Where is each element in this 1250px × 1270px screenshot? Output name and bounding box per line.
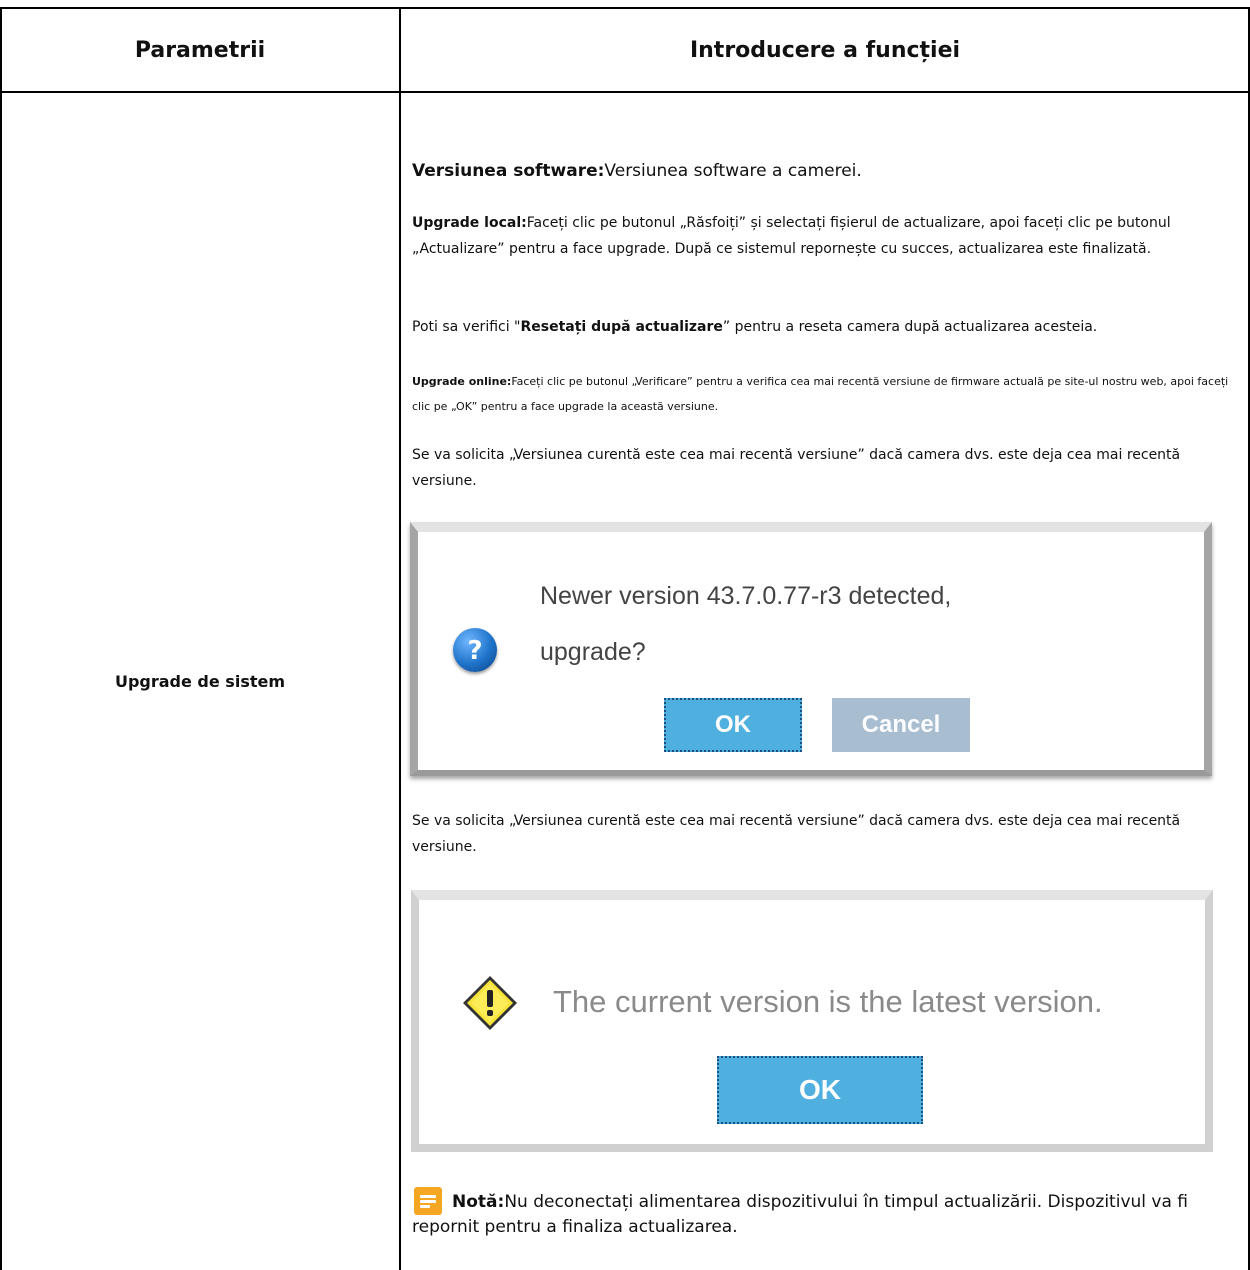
question-icon: ? — [453, 628, 497, 672]
reset-post-text: ” pentru a reseta camera după actualizar… — [722, 319, 1098, 335]
online-upgrade-paragraph: Upgrade online:Faceți clic pe butonul „V… — [412, 369, 1237, 419]
upgrade-cancel-button[interactable]: Cancel — [832, 698, 970, 752]
upgrade-dialog: ? Newer version 43.7.0.77-r3 detected, u… — [410, 522, 1212, 776]
parameter-name: Upgrade de sistem — [114, 671, 286, 691]
latest-version-paragraph-1: Se va solicita „Versiunea curentă este c… — [412, 447, 1181, 489]
latest-version-paragraph-2: Se va solicita „Versiunea curentă este c… — [412, 813, 1181, 855]
latest-version-message: The current version is the latest versio… — [553, 984, 1103, 1019]
latest-version-dialog: The current version is the latest versio… — [411, 890, 1213, 1152]
warning-icon — [461, 974, 519, 1032]
latest-ok-button[interactable]: OK — [717, 1056, 923, 1124]
software-version-text: Versiunea software a camerei. — [604, 161, 862, 181]
online-upgrade-text: Faceți clic pe butonul „Verificare” pent… — [412, 375, 1229, 413]
header-parameters: Parametrii — [134, 37, 266, 63]
reset-after-upgrade-label: Resetați după actualizare — [520, 319, 723, 335]
software-version-label: Versiunea software: — [412, 161, 605, 181]
note-text: Nu deconectați alimentarea dispozitivulu… — [412, 1192, 1188, 1237]
reset-after-upgrade-paragraph: Poti sa verifici "Resetați după actualiz… — [412, 314, 1237, 340]
upgrade-ok-button[interactable]: OK — [664, 698, 802, 752]
upgrade-dialog-line1: Newer version 43.7.0.77-r3 detected, — [540, 582, 952, 610]
upgrade-dialog-line2: upgrade? — [540, 638, 646, 666]
header-description: Introducere a funcției — [689, 37, 961, 63]
note-label: Notă: — [452, 1192, 505, 1212]
online-upgrade-label: Upgrade online: — [412, 375, 512, 388]
local-upgrade-paragraph: Upgrade local:Faceți clic pe butonul „Ră… — [412, 210, 1237, 262]
note-paragraph: Notă:Nu deconectați alimentarea dispozit… — [412, 1190, 1237, 1240]
local-upgrade-text: Faceți clic pe butonul „Răsfoiți” și sel… — [412, 215, 1171, 257]
local-upgrade-label: Upgrade local: — [412, 215, 527, 231]
svg-text:?: ? — [467, 636, 482, 666]
software-version-paragraph: Versiunea software:Versiunea software a … — [412, 159, 1237, 183]
reset-pre-text: Poti sa verifici " — [412, 319, 521, 335]
